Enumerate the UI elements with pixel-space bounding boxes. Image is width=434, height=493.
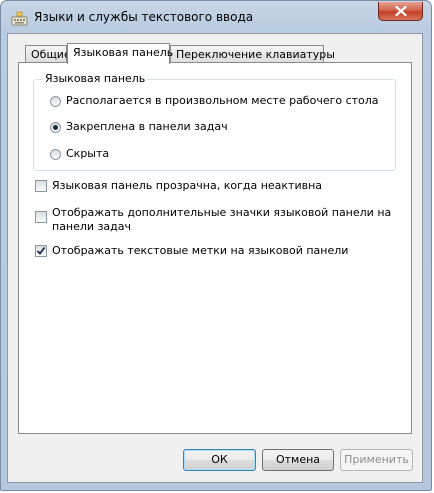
close-icon [395, 6, 407, 16]
radio-docked-label[interactable]: Закреплена в панели задач [66, 120, 228, 133]
radio-hidden-label[interactable]: Скрыта [66, 147, 109, 160]
checkbox-transparent[interactable] [35, 180, 47, 192]
tab-general[interactable]: Общие [25, 45, 71, 63]
keyboard-icon [11, 11, 28, 26]
tab-keyboard-switching-label: Переключение клавиатуры [176, 48, 335, 61]
close-button[interactable] [378, 2, 423, 21]
radio-hidden[interactable] [50, 149, 61, 160]
title-bar[interactable]: Языки и службы текстового ввода [1, 1, 431, 35]
radio-floating-label[interactable]: Располагается в произвольном месте рабоч… [66, 94, 379, 107]
checkmark-icon [36, 246, 46, 255]
groupbox-title: Языковая панель [43, 72, 148, 85]
tab-keyboard-switching[interactable]: Переключение клавиатуры [170, 45, 335, 63]
checkbox-text-labels[interactable] [35, 245, 47, 257]
ok-button[interactable]: ОК [183, 449, 256, 471]
tab-language-bar-label: Языковая панель [73, 46, 174, 59]
cancel-button[interactable]: Отмена [262, 449, 334, 471]
checkbox-extra-icons-label-line1[interactable]: Отображать дополнительные значки языково… [52, 206, 391, 219]
tab-language-bar[interactable]: Языковая панель [67, 43, 174, 64]
radio-floating[interactable] [50, 96, 61, 107]
ok-button-label: ОК [211, 453, 228, 466]
tab-panel: Языковая панель Располагается в произвол… [18, 62, 412, 434]
apply-button[interactable]: Применить [340, 449, 413, 471]
window-title: Языки и службы текстового ввода [34, 10, 254, 24]
checkbox-extra-icons-label-line2[interactable]: панели задач [52, 220, 131, 233]
cancel-button-label: Отмена [275, 453, 321, 466]
checkbox-transparent-label[interactable]: Языковая панель прозрачна, когда неактив… [52, 179, 322, 192]
tab-general-label: Общие [31, 48, 71, 61]
apply-button-label: Применить [344, 453, 409, 466]
radio-docked[interactable] [50, 122, 61, 133]
checkbox-text-labels-label[interactable]: Отображать текстовые метки на языковой п… [52, 244, 348, 257]
checkbox-extra-icons[interactable] [35, 211, 47, 223]
